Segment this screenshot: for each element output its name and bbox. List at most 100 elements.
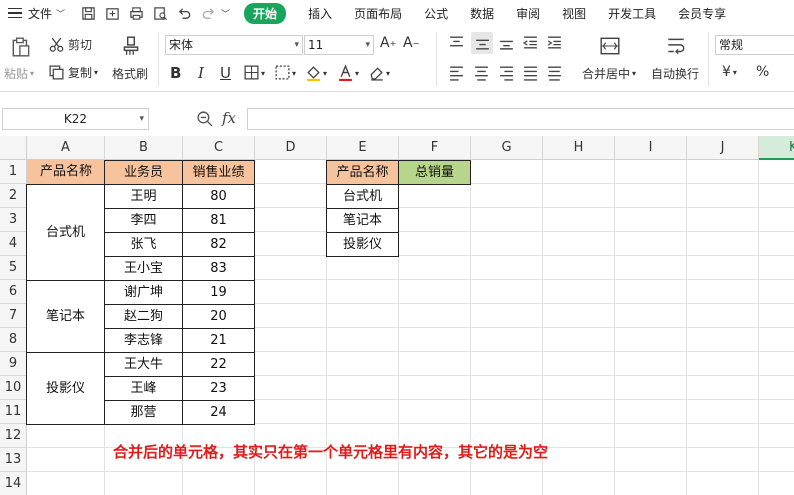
merged-cell-laptop[interactable]: 笔记本 (26, 280, 105, 353)
salesperson-cell[interactable]: 王明 (104, 184, 183, 209)
salesperson-cell[interactable]: 赵二狗 (104, 304, 183, 329)
salesperson-cell[interactable]: 谢广坤 (104, 280, 183, 305)
font-color-dropdown-icon[interactable]: ▾ (355, 69, 359, 78)
merge-center-icon[interactable] (598, 34, 622, 58)
format-painter-button[interactable]: 格式刷 (112, 65, 148, 82)
fill-style-dropdown-icon[interactable]: ▾ (292, 69, 296, 78)
font-color-icon[interactable] (337, 64, 354, 81)
cut-button[interactable]: 剪切 (48, 36, 92, 53)
currency-button[interactable]: ¥ ▾ (722, 64, 737, 80)
tab-member[interactable]: 会员专享 (678, 5, 726, 22)
font-name-select[interactable]: 宋体 ▾ (165, 35, 303, 55)
salesperson-cell[interactable]: 王大牛 (104, 352, 183, 377)
merged-cell-projector[interactable]: 投影仪 (26, 352, 105, 425)
increase-indent-icon[interactable] (546, 34, 563, 51)
salesperson-cell[interactable]: 王峰 (104, 376, 183, 401)
row-header-9[interactable]: 9 (0, 352, 27, 376)
formula-input[interactable] (247, 108, 794, 130)
redo-icon[interactable] (199, 4, 217, 22)
sales-cell[interactable]: 21 (182, 328, 255, 353)
tab-developer[interactable]: 开发工具 (608, 5, 656, 22)
sales-cell[interactable]: 24 (182, 400, 255, 425)
row-header-4[interactable]: 4 (0, 232, 27, 256)
row-header-12[interactable]: 12 (0, 424, 27, 448)
sales-cell[interactable]: 19 (182, 280, 255, 305)
border-icon[interactable] (243, 64, 260, 81)
row-header-5[interactable]: 5 (0, 256, 27, 280)
sales-cell[interactable]: 82 (182, 232, 255, 257)
header-cell-product[interactable]: 产品名称 (27, 160, 105, 184)
tab-data[interactable]: 数据 (470, 5, 494, 22)
summary-product-cell[interactable]: 投影仪 (326, 232, 399, 257)
undo-icon[interactable] (175, 4, 193, 22)
tab-view[interactable]: 视图 (562, 5, 586, 22)
font-size-select[interactable]: 11 ▾ (304, 35, 374, 55)
select-all-corner[interactable] (0, 136, 27, 160)
save-icon[interactable] (79, 4, 97, 22)
sales-cell[interactable]: 80 (182, 184, 255, 209)
summary-header-product[interactable]: 产品名称 (326, 160, 399, 185)
quick-access-chevron-icon[interactable]: ﹀ (221, 7, 230, 20)
salesperson-cell[interactable]: 李四 (104, 208, 183, 233)
column-header-h[interactable]: H (543, 136, 615, 160)
tab-home[interactable]: 开始 (244, 2, 287, 24)
zoom-icon[interactable] (196, 110, 213, 130)
summary-product-cell[interactable]: 笔记本 (326, 208, 399, 233)
bold-icon[interactable]: B (170, 64, 181, 82)
summary-product-cell[interactable]: 台式机 (326, 184, 399, 209)
row-header-2[interactable]: 2 (0, 184, 27, 208)
italic-icon[interactable]: I (198, 64, 204, 82)
fx-icon[interactable]: fx (222, 109, 236, 127)
sales-cell[interactable]: 20 (182, 304, 255, 329)
sales-cell[interactable]: 22 (182, 352, 255, 377)
percent-button[interactable]: % (756, 64, 769, 80)
merge-center-button[interactable]: 合并居中 ▾ (582, 65, 636, 82)
header-cell-sales[interactable]: 销售业绩 (182, 160, 255, 185)
number-format-select[interactable]: 常规 (715, 35, 794, 55)
chevron-down-icon[interactable]: ﹀ (56, 7, 65, 20)
salesperson-cell[interactable]: 张飞 (104, 232, 183, 257)
row-header-8[interactable]: 8 (0, 328, 27, 352)
distributed-align-icon[interactable] (546, 64, 563, 81)
export-icon[interactable] (103, 4, 121, 22)
format-painter-icon[interactable] (118, 32, 144, 60)
fill-color-dropdown-icon[interactable]: ▾ (323, 69, 327, 78)
wrap-text-button[interactable]: 自动换行 (651, 65, 699, 82)
salesperson-cell[interactable]: 那营 (104, 400, 183, 425)
row-header-14[interactable]: 14 (0, 472, 27, 495)
print-preview-icon[interactable] (151, 4, 169, 22)
column-header-a[interactable]: A (27, 136, 105, 160)
column-header-j[interactable]: J (687, 136, 759, 160)
fill-color-icon[interactable] (305, 64, 322, 81)
align-right-icon[interactable] (498, 64, 515, 81)
file-menu[interactable]: 文件 (28, 5, 52, 22)
row-header-6[interactable]: 6 (0, 280, 27, 304)
print-icon[interactable] (127, 4, 145, 22)
sales-cell[interactable]: 83 (182, 256, 255, 281)
row-header-3[interactable]: 3 (0, 208, 27, 232)
tab-page-layout[interactable]: 页面布局 (354, 5, 402, 22)
paste-button[interactable]: 粘贴 ▾ (4, 65, 34, 82)
justify-icon[interactable] (522, 64, 539, 81)
name-box[interactable]: K22 ▾ (2, 108, 149, 130)
decrease-indent-icon[interactable] (522, 34, 539, 51)
align-middle-icon[interactable] (471, 32, 493, 54)
salesperson-cell[interactable]: 王小宝 (104, 256, 183, 281)
clear-format-icon[interactable] (368, 64, 385, 81)
align-left-icon[interactable] (448, 64, 465, 81)
border-dropdown-icon[interactable]: ▾ (261, 69, 265, 78)
sales-cell[interactable]: 23 (182, 376, 255, 401)
column-header-k[interactable]: K (759, 136, 794, 160)
clear-format-dropdown-icon[interactable]: ▾ (386, 69, 390, 78)
align-top-icon[interactable] (448, 34, 465, 51)
copy-button[interactable]: 复制 ▾ (48, 64, 98, 81)
align-center-icon[interactable] (473, 64, 490, 81)
row-header-1[interactable]: 1 (0, 160, 27, 184)
hamburger-icon[interactable] (8, 5, 22, 22)
fill-style-icon[interactable] (274, 64, 291, 81)
row-header-10[interactable]: 10 (0, 376, 27, 400)
row-header-7[interactable]: 7 (0, 304, 27, 328)
column-header-g[interactable]: G (471, 136, 543, 160)
sales-cell[interactable]: 81 (182, 208, 255, 233)
header-cell-salesperson[interactable]: 业务员 (104, 160, 183, 185)
